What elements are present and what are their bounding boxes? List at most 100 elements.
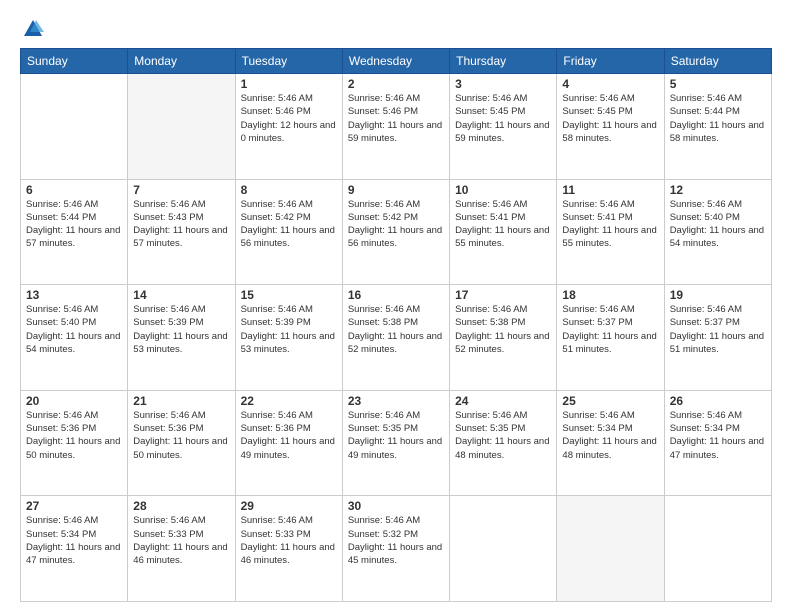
day-info: Sunrise: 5:46 AMSunset: 5:41 PMDaylight:… [562, 198, 658, 251]
calendar-cell: 14Sunrise: 5:46 AMSunset: 5:39 PMDayligh… [128, 285, 235, 391]
day-info: Sunrise: 5:46 AMSunset: 5:36 PMDaylight:… [241, 409, 337, 462]
day-info: Sunrise: 5:46 AMSunset: 5:38 PMDaylight:… [455, 303, 551, 356]
day-number: 22 [241, 394, 337, 408]
day-info: Sunrise: 5:46 AMSunset: 5:39 PMDaylight:… [133, 303, 229, 356]
calendar-cell: 23Sunrise: 5:46 AMSunset: 5:35 PMDayligh… [342, 390, 449, 496]
day-number: 15 [241, 288, 337, 302]
calendar-cell: 21Sunrise: 5:46 AMSunset: 5:36 PMDayligh… [128, 390, 235, 496]
calendar-cell: 26Sunrise: 5:46 AMSunset: 5:34 PMDayligh… [664, 390, 771, 496]
day-info: Sunrise: 5:46 AMSunset: 5:40 PMDaylight:… [26, 303, 122, 356]
calendar-cell: 9Sunrise: 5:46 AMSunset: 5:42 PMDaylight… [342, 179, 449, 285]
day-info: Sunrise: 5:46 AMSunset: 5:37 PMDaylight:… [670, 303, 766, 356]
calendar-cell: 22Sunrise: 5:46 AMSunset: 5:36 PMDayligh… [235, 390, 342, 496]
day-info: Sunrise: 5:46 AMSunset: 5:33 PMDaylight:… [133, 514, 229, 567]
day-number: 23 [348, 394, 444, 408]
day-number: 11 [562, 183, 658, 197]
calendar-cell: 10Sunrise: 5:46 AMSunset: 5:41 PMDayligh… [450, 179, 557, 285]
calendar-cell [664, 496, 771, 602]
day-info: Sunrise: 5:46 AMSunset: 5:45 PMDaylight:… [562, 92, 658, 145]
logo [20, 18, 44, 40]
day-info: Sunrise: 5:46 AMSunset: 5:43 PMDaylight:… [133, 198, 229, 251]
calendar-header-row: SundayMondayTuesdayWednesdayThursdayFrid… [21, 49, 772, 74]
day-info: Sunrise: 5:46 AMSunset: 5:46 PMDaylight:… [348, 92, 444, 145]
day-number: 14 [133, 288, 229, 302]
calendar-cell [128, 74, 235, 180]
calendar-cell: 3Sunrise: 5:46 AMSunset: 5:45 PMDaylight… [450, 74, 557, 180]
day-info: Sunrise: 5:46 AMSunset: 5:39 PMDaylight:… [241, 303, 337, 356]
calendar-cell: 19Sunrise: 5:46 AMSunset: 5:37 PMDayligh… [664, 285, 771, 391]
calendar-cell [21, 74, 128, 180]
day-info: Sunrise: 5:46 AMSunset: 5:44 PMDaylight:… [26, 198, 122, 251]
day-number: 30 [348, 499, 444, 513]
calendar-cell [557, 496, 664, 602]
calendar-cell: 30Sunrise: 5:46 AMSunset: 5:32 PMDayligh… [342, 496, 449, 602]
calendar-cell: 15Sunrise: 5:46 AMSunset: 5:39 PMDayligh… [235, 285, 342, 391]
calendar-cell: 17Sunrise: 5:46 AMSunset: 5:38 PMDayligh… [450, 285, 557, 391]
day-number: 28 [133, 499, 229, 513]
day-number: 20 [26, 394, 122, 408]
calendar-cell: 24Sunrise: 5:46 AMSunset: 5:35 PMDayligh… [450, 390, 557, 496]
day-number: 10 [455, 183, 551, 197]
calendar-cell: 27Sunrise: 5:46 AMSunset: 5:34 PMDayligh… [21, 496, 128, 602]
day-number: 19 [670, 288, 766, 302]
day-number: 25 [562, 394, 658, 408]
day-info: Sunrise: 5:46 AMSunset: 5:36 PMDaylight:… [26, 409, 122, 462]
calendar-cell: 28Sunrise: 5:46 AMSunset: 5:33 PMDayligh… [128, 496, 235, 602]
calendar-header-saturday: Saturday [664, 49, 771, 74]
page: SundayMondayTuesdayWednesdayThursdayFrid… [0, 0, 792, 612]
calendar-header-sunday: Sunday [21, 49, 128, 74]
calendar-cell: 6Sunrise: 5:46 AMSunset: 5:44 PMDaylight… [21, 179, 128, 285]
calendar-cell: 16Sunrise: 5:46 AMSunset: 5:38 PMDayligh… [342, 285, 449, 391]
day-info: Sunrise: 5:46 AMSunset: 5:35 PMDaylight:… [348, 409, 444, 462]
day-number: 21 [133, 394, 229, 408]
day-info: Sunrise: 5:46 AMSunset: 5:36 PMDaylight:… [133, 409, 229, 462]
calendar-cell: 11Sunrise: 5:46 AMSunset: 5:41 PMDayligh… [557, 179, 664, 285]
day-info: Sunrise: 5:46 AMSunset: 5:35 PMDaylight:… [455, 409, 551, 462]
day-number: 24 [455, 394, 551, 408]
day-info: Sunrise: 5:46 AMSunset: 5:33 PMDaylight:… [241, 514, 337, 567]
calendar-cell: 5Sunrise: 5:46 AMSunset: 5:44 PMDaylight… [664, 74, 771, 180]
calendar-cell: 18Sunrise: 5:46 AMSunset: 5:37 PMDayligh… [557, 285, 664, 391]
calendar-week-4: 20Sunrise: 5:46 AMSunset: 5:36 PMDayligh… [21, 390, 772, 496]
day-number: 18 [562, 288, 658, 302]
calendar-cell: 1Sunrise: 5:46 AMSunset: 5:46 PMDaylight… [235, 74, 342, 180]
calendar-header-tuesday: Tuesday [235, 49, 342, 74]
calendar-cell: 7Sunrise: 5:46 AMSunset: 5:43 PMDaylight… [128, 179, 235, 285]
calendar-header-monday: Monday [128, 49, 235, 74]
calendar-week-2: 6Sunrise: 5:46 AMSunset: 5:44 PMDaylight… [21, 179, 772, 285]
day-info: Sunrise: 5:46 AMSunset: 5:45 PMDaylight:… [455, 92, 551, 145]
calendar-cell: 4Sunrise: 5:46 AMSunset: 5:45 PMDaylight… [557, 74, 664, 180]
calendar-cell: 12Sunrise: 5:46 AMSunset: 5:40 PMDayligh… [664, 179, 771, 285]
calendar-cell: 25Sunrise: 5:46 AMSunset: 5:34 PMDayligh… [557, 390, 664, 496]
calendar-header-friday: Friday [557, 49, 664, 74]
day-number: 1 [241, 77, 337, 91]
day-info: Sunrise: 5:46 AMSunset: 5:44 PMDaylight:… [670, 92, 766, 145]
day-info: Sunrise: 5:46 AMSunset: 5:40 PMDaylight:… [670, 198, 766, 251]
calendar-week-3: 13Sunrise: 5:46 AMSunset: 5:40 PMDayligh… [21, 285, 772, 391]
day-number: 6 [26, 183, 122, 197]
day-info: Sunrise: 5:46 AMSunset: 5:41 PMDaylight:… [455, 198, 551, 251]
calendar-table: SundayMondayTuesdayWednesdayThursdayFrid… [20, 48, 772, 602]
day-number: 12 [670, 183, 766, 197]
day-number: 17 [455, 288, 551, 302]
day-number: 9 [348, 183, 444, 197]
calendar-header-wednesday: Wednesday [342, 49, 449, 74]
day-number: 4 [562, 77, 658, 91]
day-info: Sunrise: 5:46 AMSunset: 5:34 PMDaylight:… [670, 409, 766, 462]
day-info: Sunrise: 5:46 AMSunset: 5:38 PMDaylight:… [348, 303, 444, 356]
day-number: 16 [348, 288, 444, 302]
day-info: Sunrise: 5:46 AMSunset: 5:46 PMDaylight:… [241, 92, 337, 145]
calendar-cell: 29Sunrise: 5:46 AMSunset: 5:33 PMDayligh… [235, 496, 342, 602]
calendar-cell: 2Sunrise: 5:46 AMSunset: 5:46 PMDaylight… [342, 74, 449, 180]
day-number: 13 [26, 288, 122, 302]
day-number: 7 [133, 183, 229, 197]
header [20, 18, 772, 40]
calendar-week-5: 27Sunrise: 5:46 AMSunset: 5:34 PMDayligh… [21, 496, 772, 602]
calendar-cell: 20Sunrise: 5:46 AMSunset: 5:36 PMDayligh… [21, 390, 128, 496]
day-info: Sunrise: 5:46 AMSunset: 5:37 PMDaylight:… [562, 303, 658, 356]
day-info: Sunrise: 5:46 AMSunset: 5:34 PMDaylight:… [26, 514, 122, 567]
logo-icon [22, 18, 44, 40]
calendar-cell [450, 496, 557, 602]
day-number: 27 [26, 499, 122, 513]
calendar-cell: 13Sunrise: 5:46 AMSunset: 5:40 PMDayligh… [21, 285, 128, 391]
